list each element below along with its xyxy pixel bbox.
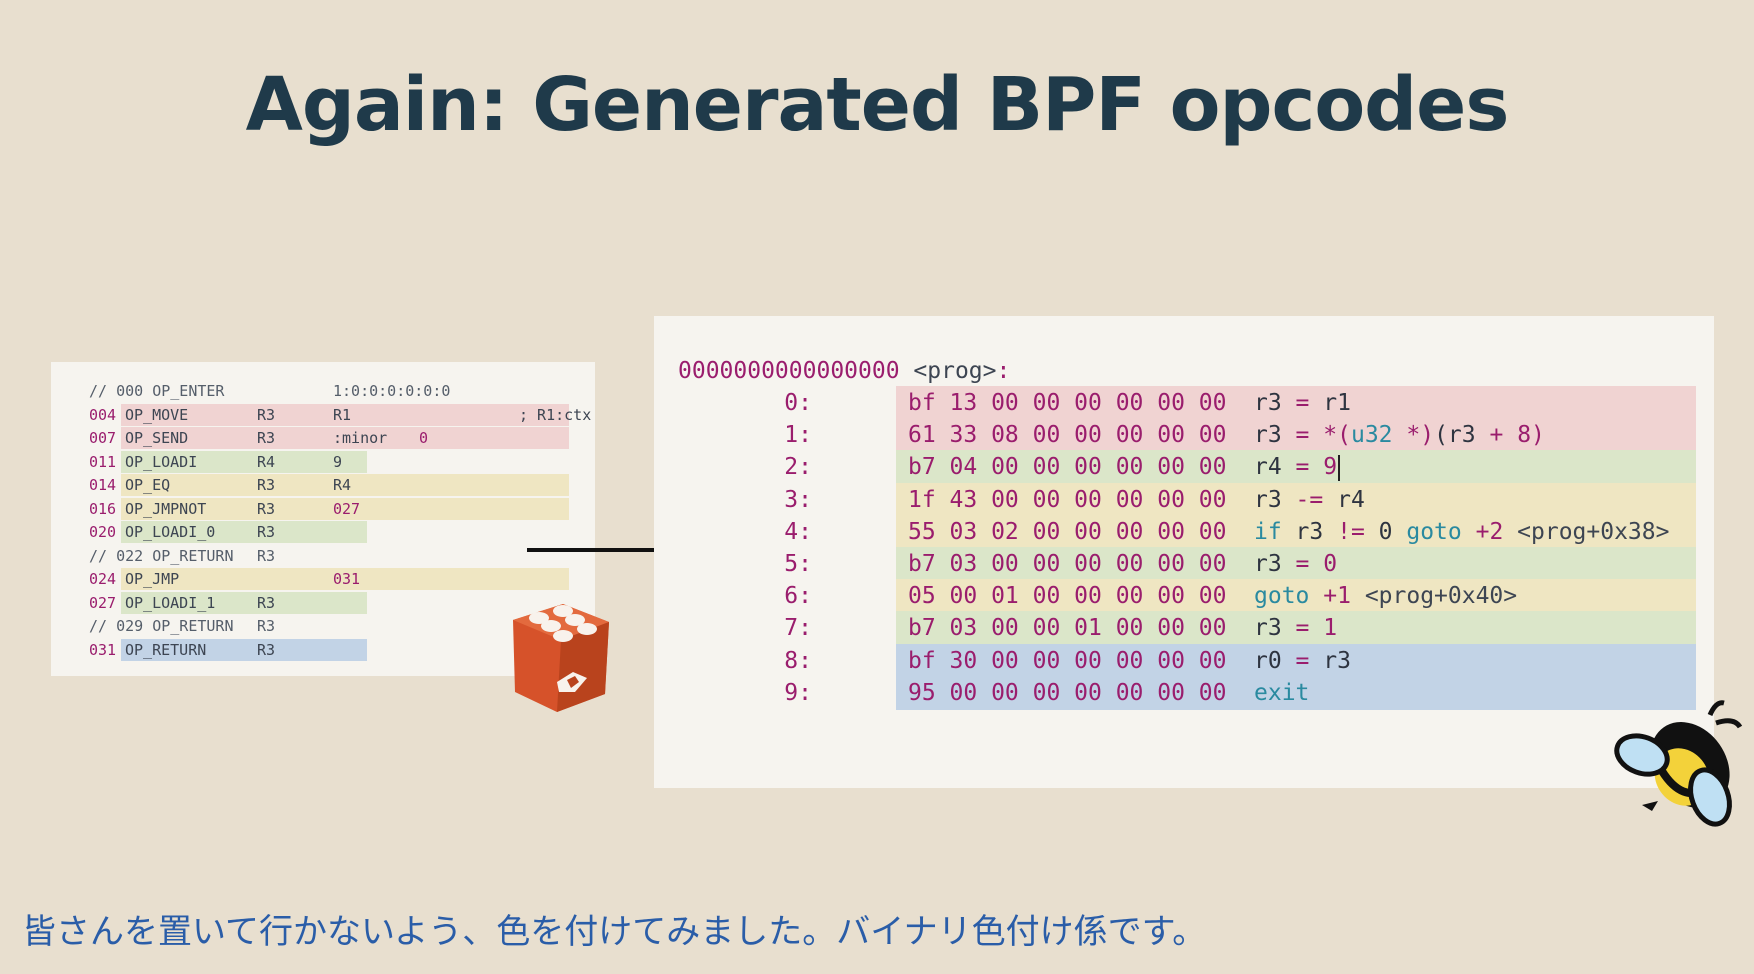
vm-comment-row: // 022 OP_RETURN R3 xyxy=(89,545,597,567)
bpf-assembly: r3 = 1 xyxy=(1254,615,1338,642)
vm-instruction-row: 014 OP_EQ R3 R4 xyxy=(89,474,597,496)
bpf-assembly: r3 = r1 xyxy=(1254,390,1351,416)
bpf-hex-bytes: 61 33 08 00 00 00 00 00 xyxy=(908,422,1227,449)
bpf-header-addr: 0000000000000000 xyxy=(678,358,900,384)
bpf-instruction-row: 4: 55 03 02 00 00 00 00 00 if r3 != 0 goto… xyxy=(654,514,1714,549)
vm-address: 027 xyxy=(89,593,117,612)
mruby-cube-icon xyxy=(513,604,609,712)
vm-arg1: R3 xyxy=(257,617,276,635)
bee-icon xyxy=(1614,700,1743,827)
bpf-hex-bytes: 05 00 01 00 00 00 00 00 xyxy=(908,583,1227,610)
bpf-opcodes-panel: 0000000000000000 <prog>: 0: bf 13 00 00 0… xyxy=(654,316,1714,788)
vm-arg1: R4 xyxy=(257,452,276,471)
bpf-index: 9: xyxy=(784,679,812,706)
vm-comment-text: // 022 OP_RETURN xyxy=(89,546,234,565)
bpf-index: 0: xyxy=(784,390,812,416)
vm-arg1: R3 xyxy=(257,429,276,447)
vm-arg1: R3 xyxy=(257,405,276,424)
vm-instruction-row: 020 OP_LOADI_0 R3 xyxy=(89,521,597,543)
slide-title: Again: Generated BPF opcodes xyxy=(245,62,1510,148)
vm-arg2: R1 xyxy=(333,405,352,424)
vm-address: 020 xyxy=(89,523,117,541)
bpf-hex-bytes: b7 04 00 00 00 00 00 00 xyxy=(908,454,1227,481)
vm-arg2: :minor xyxy=(333,429,388,447)
bpf-hex-bytes: bf 30 00 00 00 00 00 00 xyxy=(908,647,1227,674)
bpf-hex-bytes: bf 13 00 00 00 00 00 00 xyxy=(908,390,1227,416)
bpf-assembly: r3 = *(u32 *)(r3 + 8) xyxy=(1254,422,1545,449)
bpf-instruction-row: 0: bf 13 00 00 00 00 00 00 r3 = r1 xyxy=(654,386,1714,420)
vm-note: ; R1:ctx xyxy=(519,405,592,424)
bpf-index: 1: xyxy=(784,422,812,449)
vm-arg2: 031 xyxy=(333,570,361,588)
bpf-instruction-row: 7: b7 03 00 00 01 00 00 00 r3 = 1 xyxy=(654,611,1714,646)
bpf-index: 2: xyxy=(784,454,812,481)
vm-instruction-row: 024 OP_JMP 031 xyxy=(89,568,597,590)
vm-opcode: OP_LOADI_0 xyxy=(125,523,216,541)
bpf-assembly: r3 = 0 xyxy=(1254,551,1338,577)
bpf-hex-bytes: 55 03 02 00 00 00 00 00 xyxy=(908,518,1227,545)
bpf-instruction-row: 9: 95 00 00 00 00 00 00 00 exit xyxy=(654,675,1714,710)
vm-opcode: OP_RETURN xyxy=(125,640,207,659)
bpf-instruction-row: 1: 61 33 08 00 00 00 00 00 r3 = *(u32 *)(r… xyxy=(654,418,1714,453)
bpf-instruction-row: 2: b7 04 00 00 00 00 00 00 r4 = 9 xyxy=(654,450,1714,485)
bpf-assembly: goto +1 <prog+0x40> xyxy=(1254,583,1518,610)
vm-instruction-row: 016 OP_JMPNOT R3 027 xyxy=(89,497,597,520)
bpf-header-label: <prog> xyxy=(913,358,997,384)
vm-address: 007 xyxy=(89,429,117,447)
vm-address: 004 xyxy=(89,405,117,424)
vm-address: 031 xyxy=(89,640,117,659)
vm-opcode: OP_JMP xyxy=(125,570,180,588)
vm-opcode: OP_JMPNOT xyxy=(125,499,207,518)
vm-opcode: OP_SEND xyxy=(125,429,189,447)
vm-arg1: R3 xyxy=(257,499,276,518)
bpf-index: 4: xyxy=(784,518,812,545)
bpf-index: 7: xyxy=(784,615,812,642)
vm-arg2: 1:0:0:0:0:0:0 xyxy=(333,382,451,400)
vm-arg1: R3 xyxy=(257,640,276,659)
vm-arg2: 9 xyxy=(333,452,343,471)
bpf-assembly: r4 = 9 xyxy=(1254,450,1341,484)
bpf-index: 3: xyxy=(784,486,812,513)
bpf-header: 0000000000000000 <prog>: xyxy=(678,358,1011,384)
vm-arg2: R4 xyxy=(333,476,352,494)
bpf-assembly: exit xyxy=(1254,679,1310,706)
bpf-hex-bytes: 1f 43 00 00 00 00 00 00 xyxy=(908,486,1227,513)
vm-arg2: 027 xyxy=(333,499,361,518)
vm-address: 014 xyxy=(89,476,117,494)
vm-arg3: 0 xyxy=(419,429,429,447)
vm-comment-text: // 000 OP_ENTER xyxy=(89,382,225,400)
vm-opcode: OP_MOVE xyxy=(125,405,189,424)
bpf-hex-bytes: b7 03 00 00 01 00 00 00 xyxy=(908,615,1227,642)
bpf-assembly: r0 = r3 xyxy=(1254,647,1351,674)
vm-arg1: R3 xyxy=(257,546,276,565)
vm-arg1: R3 xyxy=(257,523,276,541)
bpf-hex-bytes: 95 00 00 00 00 00 00 00 xyxy=(908,679,1227,706)
bpf-index: 6: xyxy=(784,583,812,610)
vm-arg1: R3 xyxy=(257,593,276,612)
bpf-instruction-row: 3: 1f 43 00 00 00 00 00 00 r3 -= r4 xyxy=(654,482,1714,517)
caption-subtitle: 皆さんを置いて行かないよう、色を付けてみました。バイナリ色付け係です。 xyxy=(22,912,1207,952)
vm-opcode: OP_LOADI xyxy=(125,452,198,471)
bpf-instruction-row: 6: 05 00 01 00 00 00 00 00 goto +1 <prog+0… xyxy=(654,579,1714,614)
vm-comment-row: // 000 OP_ENTER 1:0:0:0:0:0:0 xyxy=(89,380,597,402)
vm-instruction-row: 011 OP_LOADI R4 9 xyxy=(89,450,597,473)
bpf-assembly: if r3 != 0 goto +2 <prog+0x38> xyxy=(1254,518,1670,545)
vm-address: 011 xyxy=(89,452,117,471)
vm-opcode: OP_EQ xyxy=(125,476,171,494)
bpf-instruction-row: 5: b7 03 00 00 00 00 00 00 r3 = 0 xyxy=(654,547,1714,581)
vm-instruction-row: 007 OP_SEND R3 :minor 0 xyxy=(89,427,597,449)
vm-address: 024 xyxy=(89,570,117,588)
bpf-instruction-row: 8: bf 30 00 00 00 00 00 00 r0 = r3 xyxy=(654,643,1714,678)
vm-opcode: OP_LOADI_1 xyxy=(125,593,216,612)
vm-instruction-row: 004 OP_MOVE R3 R1 ; R1:ctx xyxy=(89,403,597,426)
bpf-index: 8: xyxy=(784,647,812,674)
bpf-assembly: r3 -= r4 xyxy=(1254,486,1365,513)
bpf-index: 5: xyxy=(784,551,812,577)
vm-address: 016 xyxy=(89,499,117,518)
bpf-hex-bytes: b7 03 00 00 00 00 00 00 xyxy=(908,551,1227,577)
vm-comment-text: // 029 OP_RETURN xyxy=(89,617,234,635)
vm-arg1: R3 xyxy=(257,476,276,494)
